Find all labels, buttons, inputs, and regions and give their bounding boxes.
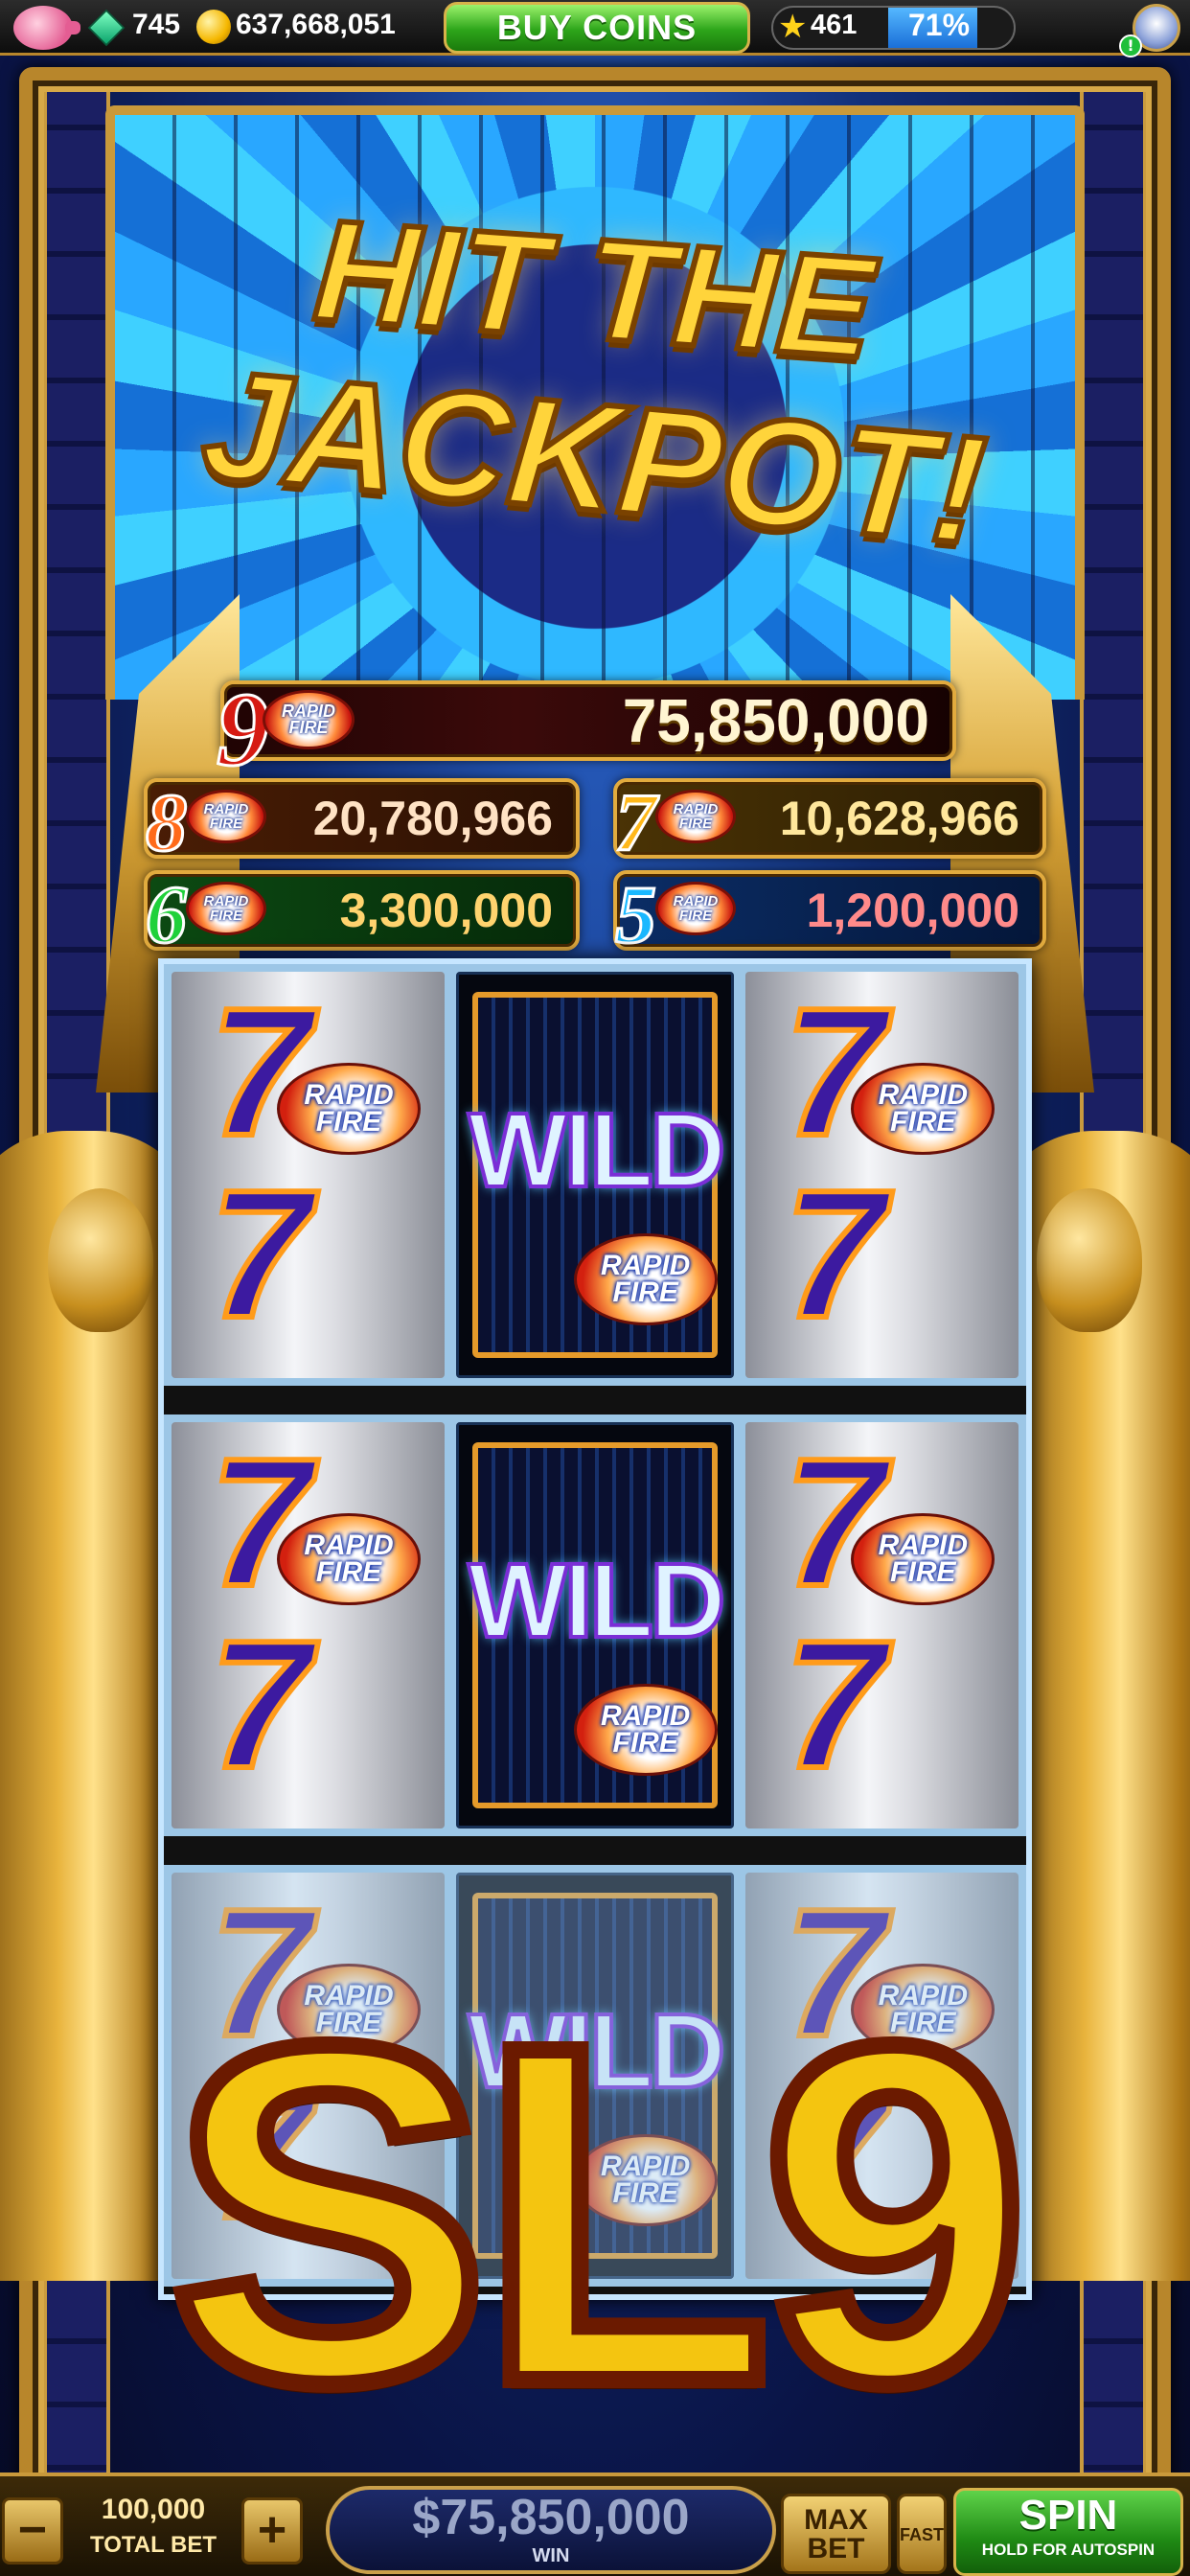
jackpot-8-value: 20,780,966 [312, 792, 553, 845]
rapid-fire-badge-icon: RAPID FIRE [655, 882, 736, 935]
player-level: 461 [811, 10, 858, 40]
seven-icon: 7 [207, 1603, 314, 1806]
spin-sublabel: HOLD FOR AUTOSPIN [981, 2541, 1156, 2559]
jackpot-7-bar: 7 RAPID FIRE 10,628,966 [613, 775, 1046, 870]
jackpot-9-bar: 9 RAPID FIRE 75,850,000 [216, 670, 956, 790]
rapid-fire-badge-icon: RAPID FIRE [277, 1513, 421, 1605]
seven-rapid-fire-symbol: 7 7 RAPID FIRE [172, 972, 445, 1378]
rapid-fire-badge-icon: RAPID FIRE [573, 1684, 718, 1776]
jackpot-6-bar: 6 RAPID FIRE 3,300,000 [144, 867, 580, 962]
seven-rapid-fire-symbol: 7 7 RAPID FIRE [745, 1422, 1019, 1828]
rapid-fire-badge-icon: RAPID FIRE [655, 790, 736, 843]
rapid-fire-badge-icon: RAPID FIRE [851, 1513, 995, 1605]
jackpot-5-value: 1,200,000 [806, 884, 1019, 937]
rapid-fire-badge-icon: RAPID FIRE [186, 882, 266, 935]
wild-label: WILD [467, 1090, 728, 1211]
spin-button[interactable]: SPIN HOLD FOR AUTOSPIN [953, 2488, 1183, 2576]
xp-percent: 71% [908, 8, 971, 42]
jackpot-5-number: 5 [614, 867, 658, 962]
jackpot-9-value: 75,850,000 [622, 686, 929, 755]
total-bet-label: TOTAL BET [90, 2532, 217, 2558]
decrease-bet-button[interactable]: − [2, 2497, 63, 2564]
rapid-fire-badge-icon: RAPID FIRE [573, 1233, 718, 1325]
win-value: $75,850,000 [412, 2490, 690, 2545]
jackpot-8-number: 8 [145, 775, 189, 870]
jackpot-6-value: 3,300,000 [339, 884, 553, 937]
seven-rapid-fire-symbol: 7 7 RAPID FIRE [172, 1422, 445, 1828]
wild-symbol: WILD RAPID FIRE [455, 972, 735, 1378]
total-bet-value: 100,000 [101, 2494, 206, 2525]
fast-spin-toggle[interactable]: FAST [897, 2494, 947, 2574]
wild-label: WILD [467, 1540, 728, 1662]
top-bar: 745 637,668,051 BUY COINS ★ 461 71% ! [0, 0, 1190, 58]
jackpot-5-bar: 5 RAPID FIRE 1,200,000 [613, 867, 1046, 962]
rapid-fire-badge-icon: RAPID FIRE [277, 1063, 421, 1155]
win-label: WIN [532, 2545, 570, 2566]
bottom-control-bar: − 100,000 TOTAL BET + $75,850,000 WIN MA… [0, 2472, 1190, 2576]
jackpot-9-number: 9 [216, 670, 271, 790]
seven-icon: 7 [781, 1153, 888, 1356]
total-bet-display: 100,000 TOTAL BET [67, 2494, 240, 2574]
coin-icon [196, 10, 231, 44]
spin-label: SPIN [1018, 2492, 1118, 2539]
increase-bet-button[interactable]: + [241, 2497, 303, 2564]
max-bet-button[interactable]: MAX BET [781, 2494, 891, 2574]
gems-count: 745 [132, 9, 181, 40]
jackpot-6-number: 6 [145, 867, 189, 962]
seven-icon: 7 [781, 1603, 888, 1806]
notification-badge: ! [1119, 34, 1142, 58]
rapid-fire-badge-icon: RAPID FIRE [851, 1063, 995, 1155]
reel-row-2: 7 7 RAPID FIRE WILD RAPID FIRE 7 7 RAPID… [164, 1414, 1026, 1836]
win-display: $75,850,000 WIN [326, 2486, 776, 2574]
left-statue-head [48, 1188, 153, 1332]
xp-progress-bar [771, 6, 1016, 50]
buy-coins-button[interactable]: BUY COINS [444, 2, 750, 54]
piggy-bank-icon[interactable] [13, 6, 80, 50]
reel-row-1: 7 7 RAPID FIRE WILD RAPID FIRE 7 7 RAPID… [164, 964, 1026, 1386]
coins-balance: 637,668,051 [236, 9, 396, 40]
gem-icon [87, 9, 126, 47]
wild-symbol: WILD RAPID FIRE [455, 1422, 735, 1828]
rapid-fire-badge-icon: RAPID FIRE [263, 690, 355, 749]
sl9-overlay-text: SL9 [161, 1937, 1038, 2490]
star-icon: ★ [778, 8, 808, 46]
right-statue-head [1037, 1188, 1142, 1332]
rapid-fire-badge-icon: RAPID FIRE [186, 790, 266, 843]
jackpot-7-number: 7 [614, 775, 658, 870]
seven-rapid-fire-symbol: 7 7 RAPID FIRE [745, 972, 1019, 1378]
jackpot-8-bar: 8 RAPID FIRE 20,780,966 [144, 775, 580, 870]
jackpot-7-value: 10,628,966 [779, 792, 1019, 845]
seven-icon: 7 [207, 1153, 314, 1356]
